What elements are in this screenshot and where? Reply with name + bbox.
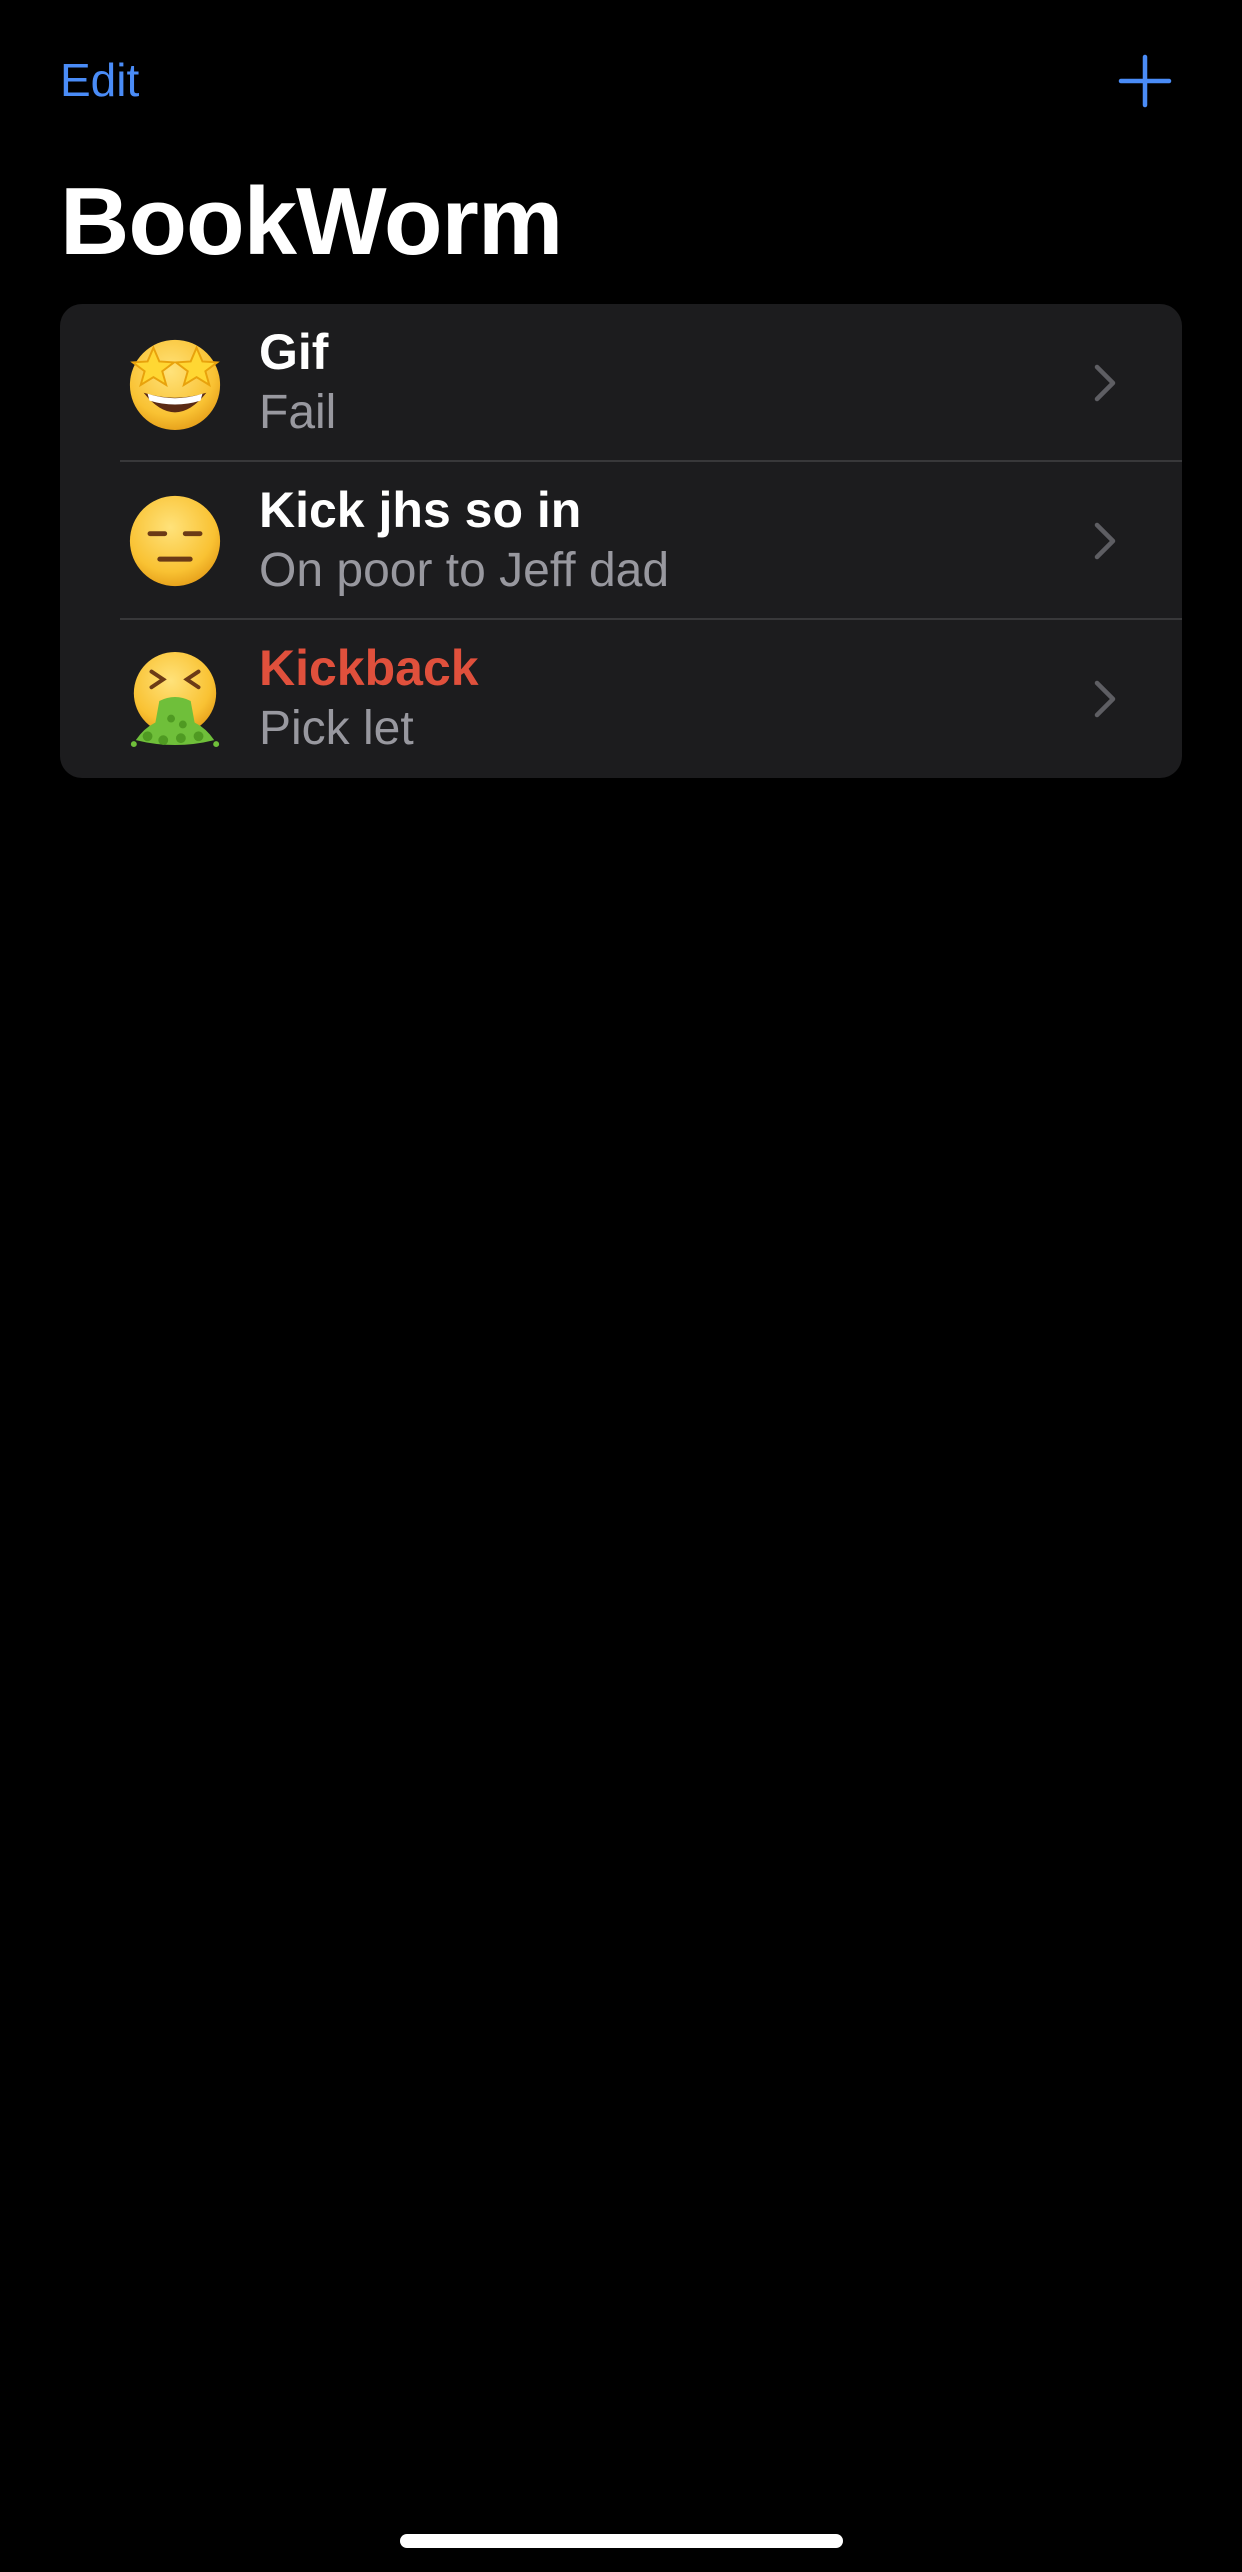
book-row-kick-jhs-so-in[interactable]: Kick jhs so in On poor to Jeff dad [60, 462, 1182, 620]
book-title: Kickback [259, 640, 479, 696]
book-row-kickback[interactable]: Kickback Pick let [60, 620, 1182, 778]
edit-button[interactable]: Edit [60, 52, 139, 108]
page-title: BookWorm [60, 168, 563, 275]
star-struck-emoji-icon [126, 334, 224, 432]
book-author: On poor to Jeff dad [259, 544, 670, 597]
add-book-button[interactable] [1117, 53, 1173, 109]
chevron-right-icon [1093, 679, 1117, 719]
vomiting-face-emoji-icon [126, 650, 224, 748]
chevron-right-icon [1093, 363, 1117, 403]
book-author: Fail [259, 386, 337, 439]
book-title: Kick jhs so in [259, 482, 582, 538]
book-author: Pick let [259, 702, 414, 755]
home-indicator[interactable] [400, 2534, 843, 2548]
navigation-bar: Edit [0, 0, 1242, 160]
book-row-gif[interactable]: Gif Fail [60, 304, 1182, 462]
book-title: Gif [259, 324, 329, 380]
chevron-right-icon [1093, 521, 1117, 561]
expressionless-face-emoji-icon [126, 492, 224, 590]
plus-icon [1118, 54, 1172, 108]
book-list: Gif Fail Kick jhs so in On poor to Jeff … [60, 304, 1182, 778]
